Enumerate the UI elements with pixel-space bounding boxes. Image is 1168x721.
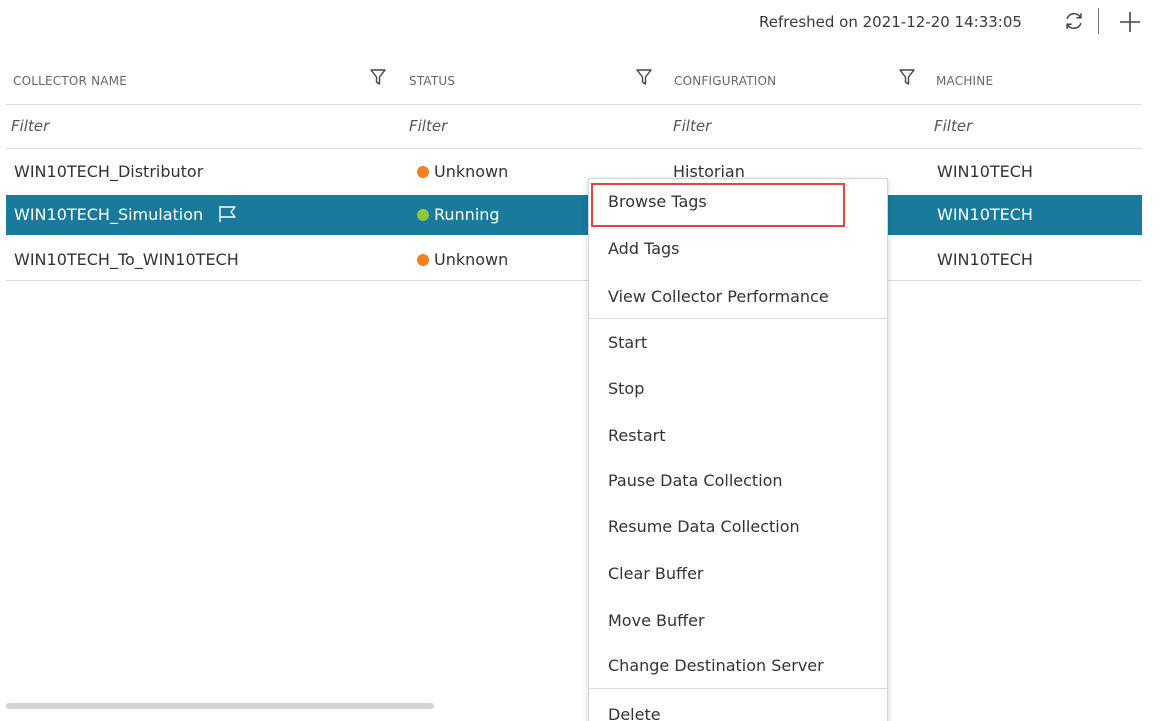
menu-item-label: Move Buffer xyxy=(608,611,705,630)
menu-item-label: Add Tags xyxy=(608,239,680,258)
status-dot xyxy=(417,166,429,178)
menu-item-label: Stop xyxy=(608,379,645,398)
collector-name-cell: WIN10TECH_Distributor xyxy=(14,162,204,181)
menu-item-change-destination-server[interactable]: Change Destination Server xyxy=(589,645,887,685)
column-header-status[interactable]: STATUS xyxy=(409,74,455,88)
toolbar-divider xyxy=(1098,8,1099,34)
table-row[interactable]: WIN10TECH_Distributor Unknown Historian … xyxy=(6,152,1142,192)
filter-icon[interactable] xyxy=(369,68,387,86)
menu-separator xyxy=(589,688,887,689)
status-label: Unknown xyxy=(434,250,509,269)
filter-icon[interactable] xyxy=(898,68,916,86)
machine-cell: WIN10TECH xyxy=(937,250,1033,269)
refresh-icon[interactable] xyxy=(1063,10,1085,32)
menu-item-stop[interactable]: Stop xyxy=(589,368,887,408)
menu-item-label: Pause Data Collection xyxy=(608,471,783,490)
context-menu: Browse Tags Add Tags View Collector Perf… xyxy=(588,178,888,721)
menu-item-label: Delete xyxy=(608,705,661,721)
collectors-page: Refreshed on 2021-12-20 14:33:05 COLLECT… xyxy=(0,0,1168,721)
menu-item-label: Resume Data Collection xyxy=(608,517,800,536)
collector-name-filter-input[interactable] xyxy=(9,112,341,140)
menu-item-label: Start xyxy=(608,333,648,352)
table-bottom-divider xyxy=(6,280,1142,281)
status-label: Unknown xyxy=(434,162,509,181)
horizontal-scrollbar[interactable] xyxy=(6,703,434,709)
column-header-configuration[interactable]: CONFIGURATION xyxy=(674,74,776,88)
filter-icon[interactable] xyxy=(635,68,653,86)
menu-item-view-collector-performance[interactable]: View Collector Performance xyxy=(589,276,887,316)
status-dot xyxy=(417,254,429,266)
menu-item-pause-data-collection[interactable]: Pause Data Collection xyxy=(589,460,887,500)
menu-item-label: Change Destination Server xyxy=(608,656,824,675)
menu-item-add-tags[interactable]: Add Tags xyxy=(589,228,887,268)
menu-item-clear-buffer[interactable]: Clear Buffer xyxy=(589,553,887,593)
machine-cell: WIN10TECH xyxy=(937,205,1033,224)
status-dot xyxy=(417,209,429,221)
collector-name-cell: WIN10TECH_Simulation xyxy=(14,205,238,224)
status-filter-input[interactable] xyxy=(407,112,619,140)
column-header-machine[interactable]: MACHINE xyxy=(936,74,993,88)
menu-item-resume-data-collection[interactable]: Resume Data Collection xyxy=(589,506,887,546)
menu-separator xyxy=(589,318,887,319)
filter-divider xyxy=(6,148,1142,149)
menu-item-move-buffer[interactable]: Move Buffer xyxy=(589,600,887,640)
menu-item-label: View Collector Performance xyxy=(608,287,829,306)
collector-name-label: WIN10TECH_Simulation xyxy=(14,205,204,224)
header-divider xyxy=(6,104,1142,105)
status-label: Running xyxy=(434,205,500,224)
table-row[interactable]: WIN10TECH_To_WIN10TECH Unknown WIN10TECH xyxy=(6,240,1142,280)
refreshed-timestamp: Refreshed on 2021-12-20 14:33:05 xyxy=(759,13,1022,31)
menu-item-start[interactable]: Start xyxy=(589,322,887,362)
machine-cell: WIN10TECH xyxy=(937,162,1033,181)
machine-filter-input[interactable] xyxy=(932,112,1134,140)
column-header-collector-name[interactable]: COLLECTOR NAME xyxy=(13,74,127,88)
menu-item-restart[interactable]: Restart xyxy=(589,415,887,455)
configuration-filter-input[interactable] xyxy=(671,112,883,140)
status-cell: Unknown xyxy=(417,250,508,269)
table-row-selected[interactable]: WIN10TECH_Simulation Running WIN10TECH xyxy=(6,195,1142,235)
highlight-box xyxy=(591,183,845,227)
plus-icon[interactable] xyxy=(1118,10,1142,34)
status-cell: Running xyxy=(417,205,500,224)
collector-name-cell: WIN10TECH_To_WIN10TECH xyxy=(14,250,239,269)
status-cell: Unknown xyxy=(417,162,508,181)
menu-item-delete[interactable]: Delete xyxy=(589,694,887,721)
flag-icon[interactable] xyxy=(218,205,238,223)
menu-item-label: Clear Buffer xyxy=(608,564,704,583)
menu-item-label: Restart xyxy=(608,426,666,445)
